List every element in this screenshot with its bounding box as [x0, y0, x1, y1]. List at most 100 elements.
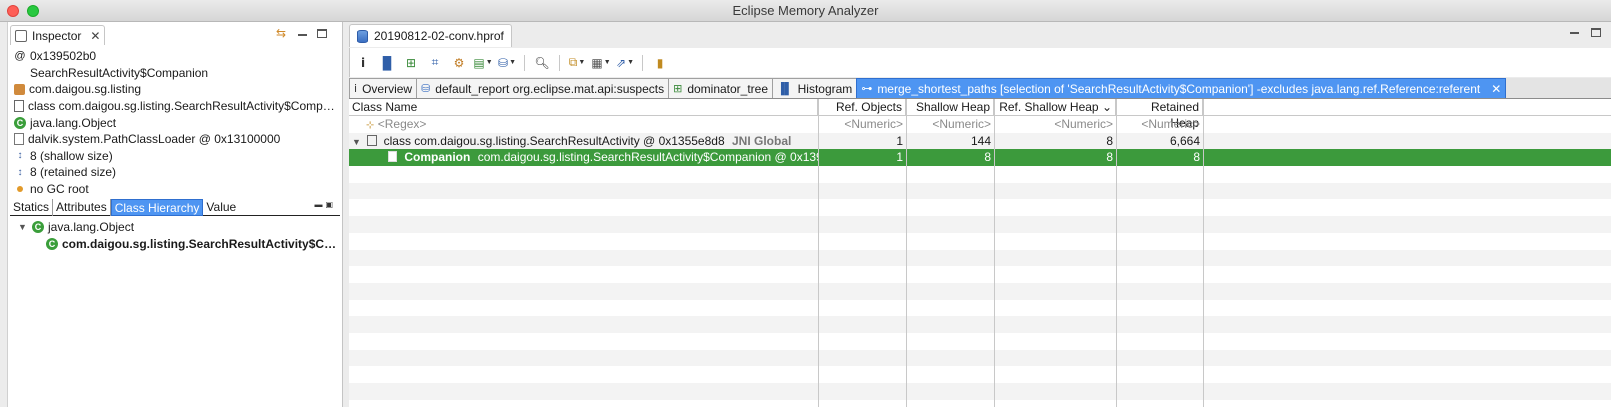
inspector-row[interactable]: ↕ 8 (retained size)	[14, 164, 340, 181]
inspector-row-text: java.lang.Object	[30, 115, 117, 130]
size-icon: ↕	[17, 150, 23, 162]
heap-dump-tab-label: 20190812-02-conv.hprof	[374, 29, 504, 43]
toolbar-separator	[642, 54, 643, 71]
column-divider	[818, 99, 819, 407]
editor-window-controls	[1570, 28, 1601, 37]
empty-row	[349, 383, 1611, 400]
tab-attributes[interactable]: Attributes	[53, 199, 111, 216]
regex-filter-input[interactable]: <Regex>	[378, 117, 427, 131]
inspector-row-text: class com.daigou.sg.listing.SearchResult…	[28, 99, 340, 114]
numeric-filter-input[interactable]: <Numeric>	[818, 116, 906, 133]
search-icon[interactable]: 🔍︎	[532, 53, 552, 73]
export-icon[interactable]: ⇗ ▼	[615, 53, 635, 73]
info-icon: ⅰ	[354, 83, 358, 95]
filter-icon: ⊹	[366, 120, 375, 131]
filter-row: ⊹ <Regex> <Numeric> <Numeric> <Numeric> …	[349, 116, 1611, 133]
minimize-icon[interactable]	[298, 30, 307, 36]
regex-filter-cell[interactable]: ⊹ <Regex>	[363, 116, 818, 133]
blank-icon	[14, 67, 26, 79]
maximize-icon[interactable]	[317, 28, 327, 38]
tab-statics[interactable]: Statics	[10, 199, 54, 216]
tree-node[interactable]: ▼ C java.lang.Object	[18, 218, 340, 235]
table-row-selected[interactable]: Companion com.daigou.sg.listing.SearchRe…	[349, 149, 1611, 167]
inspector-row[interactable]: SearchResultActivity$Companion	[14, 65, 340, 82]
group-by-icon[interactable]: ⧉ ▼	[567, 53, 587, 73]
inspector-subtabs: Statics Attributes Class Hierarchy Value…	[10, 199, 340, 216]
object-name: class com.daigou.sg.listing.SearchResult…	[383, 133, 725, 148]
link-with-editor-icon[interactable]: ⇆	[274, 27, 288, 39]
inspector-row[interactable]: no GC root	[14, 181, 340, 198]
query-browser-icon[interactable]: ⛁ ▼	[497, 53, 517, 73]
field-name: Companion	[404, 150, 471, 165]
inspector-row[interactable]: class com.daigou.sg.listing.SearchResult…	[14, 98, 340, 115]
column-shallow-heap[interactable]: Shallow Heap	[906, 99, 994, 116]
tab-class-hierarchy[interactable]: Class Hierarchy	[110, 199, 204, 216]
expand-triangle-icon[interactable]: ▼	[18, 222, 28, 232]
oql-icon[interactable]: ⌗	[425, 53, 445, 73]
paths-icon: ⊶	[861, 83, 873, 95]
tab-overview[interactable]: ⅰ Overview	[349, 78, 418, 98]
toolbar-separator	[559, 54, 560, 71]
editor-toolbar: ⅰ ▐▌ ⊞ ⌗ ⚙ ▤ ▼ ⛁ ▼ 🔍︎ ⧉ ▼ ▦ ▼ ⇗ ▼ ▮	[349, 48, 1611, 77]
ref-shallow-heap-cell: 8	[1106, 150, 1113, 165]
dominator-tree-icon[interactable]: ⊞	[401, 53, 421, 73]
inspector-row-text: SearchResultActivity$Companion	[30, 65, 209, 80]
gc-root-icon	[17, 186, 23, 193]
query-tab-label: dominator_tree	[687, 81, 769, 96]
inspector-row[interactable]: ↕ 8 (shallow size)	[14, 148, 340, 165]
column-retained-heap[interactable]: Retained Heap	[1116, 99, 1203, 130]
inspector-row[interactable]: dalvik.system.PathClassLoader @ 0x131000…	[14, 131, 340, 148]
inspector-tab-label: Inspector	[32, 28, 82, 43]
column-divider	[906, 99, 907, 407]
histogram-icon: ▐▌	[777, 82, 793, 95]
tab-histogram[interactable]: ▐▌ Histogram	[772, 78, 858, 98]
table-row[interactable]: ▼ class com.daigou.sg.listing.SearchResu…	[349, 132, 1611, 150]
ref-objects-cell: 1	[896, 150, 903, 165]
empty-row	[349, 233, 1611, 250]
tree-node-label: com.daigou.sg.listing.SearchResultActivi…	[62, 236, 340, 251]
inspector-row[interactable]: C java.lang.Object	[14, 114, 340, 131]
query-tab-label: Overview	[362, 81, 413, 96]
numeric-filter-input[interactable]: <Numeric>	[1116, 116, 1203, 133]
run-report-icon[interactable]: ▤ ▼	[473, 53, 493, 73]
collapse-triangle-icon[interactable]: ▼	[352, 137, 361, 147]
close-icon[interactable]: ✕	[1491, 82, 1501, 96]
inspector-row[interactable]: com.daigou.sg.listing	[14, 81, 340, 98]
results-table: Class Name Ref. Objects Shallow Heap Ref…	[349, 99, 1611, 407]
object-icon	[388, 151, 397, 163]
tab-value[interactable]: Value	[203, 199, 239, 216]
maximize-icon[interactable]	[1591, 28, 1601, 37]
empty-row	[349, 366, 1611, 383]
package-icon	[14, 83, 25, 95]
thread-overview-icon[interactable]: ⚙	[449, 53, 469, 73]
numeric-filter-input[interactable]: <Numeric>	[994, 116, 1116, 133]
tree-node[interactable]: C com.daigou.sg.listing.SearchResultActi…	[18, 235, 340, 252]
calculate-retained-icon[interactable]: ▦ ▼	[591, 53, 611, 73]
tab-dominator-tree[interactable]: ⊞ dominator_tree	[668, 78, 774, 98]
column-divider	[1203, 99, 1204, 407]
numeric-filter-input[interactable]: <Numeric>	[906, 116, 994, 133]
column-ref-objects[interactable]: Ref. Objects	[818, 99, 906, 116]
tree-node-label: java.lang.Object	[48, 219, 135, 234]
tab-default-report[interactable]: ⛁ default_report org.eclipse.mat.api:sus…	[416, 78, 670, 98]
empty-row	[349, 400, 1611, 407]
at-icon: @	[14, 50, 26, 63]
inspector-row-text: 8 (retained size)	[30, 165, 117, 180]
minimize-icon[interactable]	[1570, 28, 1579, 34]
subtab-window-controls-icon[interactable]: ▬▣	[314, 200, 336, 209]
compare-icon[interactable]: ▮	[650, 53, 670, 73]
tab-heap-dump[interactable]: 20190812-02-conv.hprof	[349, 24, 512, 47]
column-ref-shallow-heap[interactable]: Ref. Shallow Heap ⌄	[994, 99, 1116, 116]
tab-inspector[interactable]: Inspector ✕	[10, 25, 106, 45]
tab-merge-shortest-paths[interactable]: ⊶ merge_shortest_paths [selection of 'Se…	[856, 78, 1507, 98]
inspector-row[interactable]: @ 0x139502b0	[14, 48, 340, 65]
query-tab-label: Histogram	[797, 81, 853, 96]
column-class-name[interactable]: Class Name	[349, 99, 818, 116]
empty-row	[349, 282, 1611, 300]
histogram-icon[interactable]: ▐▌	[377, 53, 397, 73]
empty-row	[349, 199, 1611, 216]
class-name-cell: ▼ class com.daigou.sg.listing.SearchResu…	[349, 133, 818, 150]
close-icon[interactable]: ✕	[90, 29, 100, 43]
overview-icon[interactable]: ⅰ	[353, 53, 373, 73]
size-icon: ↕	[17, 166, 23, 178]
